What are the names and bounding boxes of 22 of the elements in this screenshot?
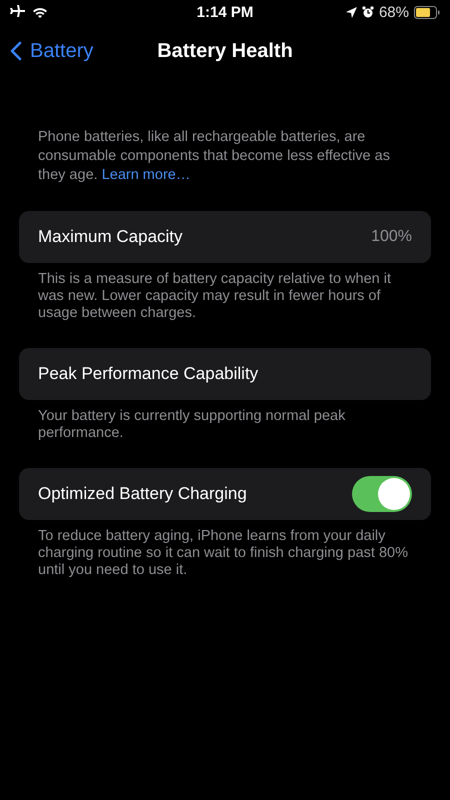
row-description: To reduce battery aging, iPhone learns from your daily charging routine so it can wait to finish charging past 80% until you need to use it. <box>38 528 409 579</box>
chevron-left-icon <box>10 41 22 61</box>
row-description: This is a measure of battery capacity relative to when it was new. Lower capacity may result in fewer hours of usage between charges. <box>38 271 392 322</box>
wifi-icon <box>32 6 48 18</box>
learn-more-link[interactable]: Learn more… <box>102 167 190 183</box>
battery-percentage: 68% <box>378 4 409 20</box>
row-label: Maximum Capacity <box>38 227 183 247</box>
settings-row[interactable]: Maximum Capacity 100% <box>19 211 431 263</box>
row-value: 100% <box>371 228 412 246</box>
row-label: Optimized Battery Charging <box>38 484 247 504</box>
location-arrow-icon <box>346 6 357 18</box>
status-time: 1:14 PM <box>196 4 254 20</box>
settings-row[interactable]: Peak Performance Capability <box>19 348 431 400</box>
alarm-clock-icon <box>362 6 374 18</box>
row-description: Your battery is currently supporting normal peak performance. <box>38 408 346 442</box>
intro-text: Phone batteries, like all rechargeable batteries, are consumable components that become less effective as they age. Learn more… <box>38 128 391 185</box>
row-label: Peak Performance Capability <box>38 364 258 384</box>
page-title: Battery Health <box>157 40 293 62</box>
back-button[interactable]: Battery <box>10 40 94 62</box>
battery-icon <box>414 6 440 18</box>
airplane-icon <box>10 5 26 19</box>
toggle-switch[interactable] <box>352 476 412 512</box>
